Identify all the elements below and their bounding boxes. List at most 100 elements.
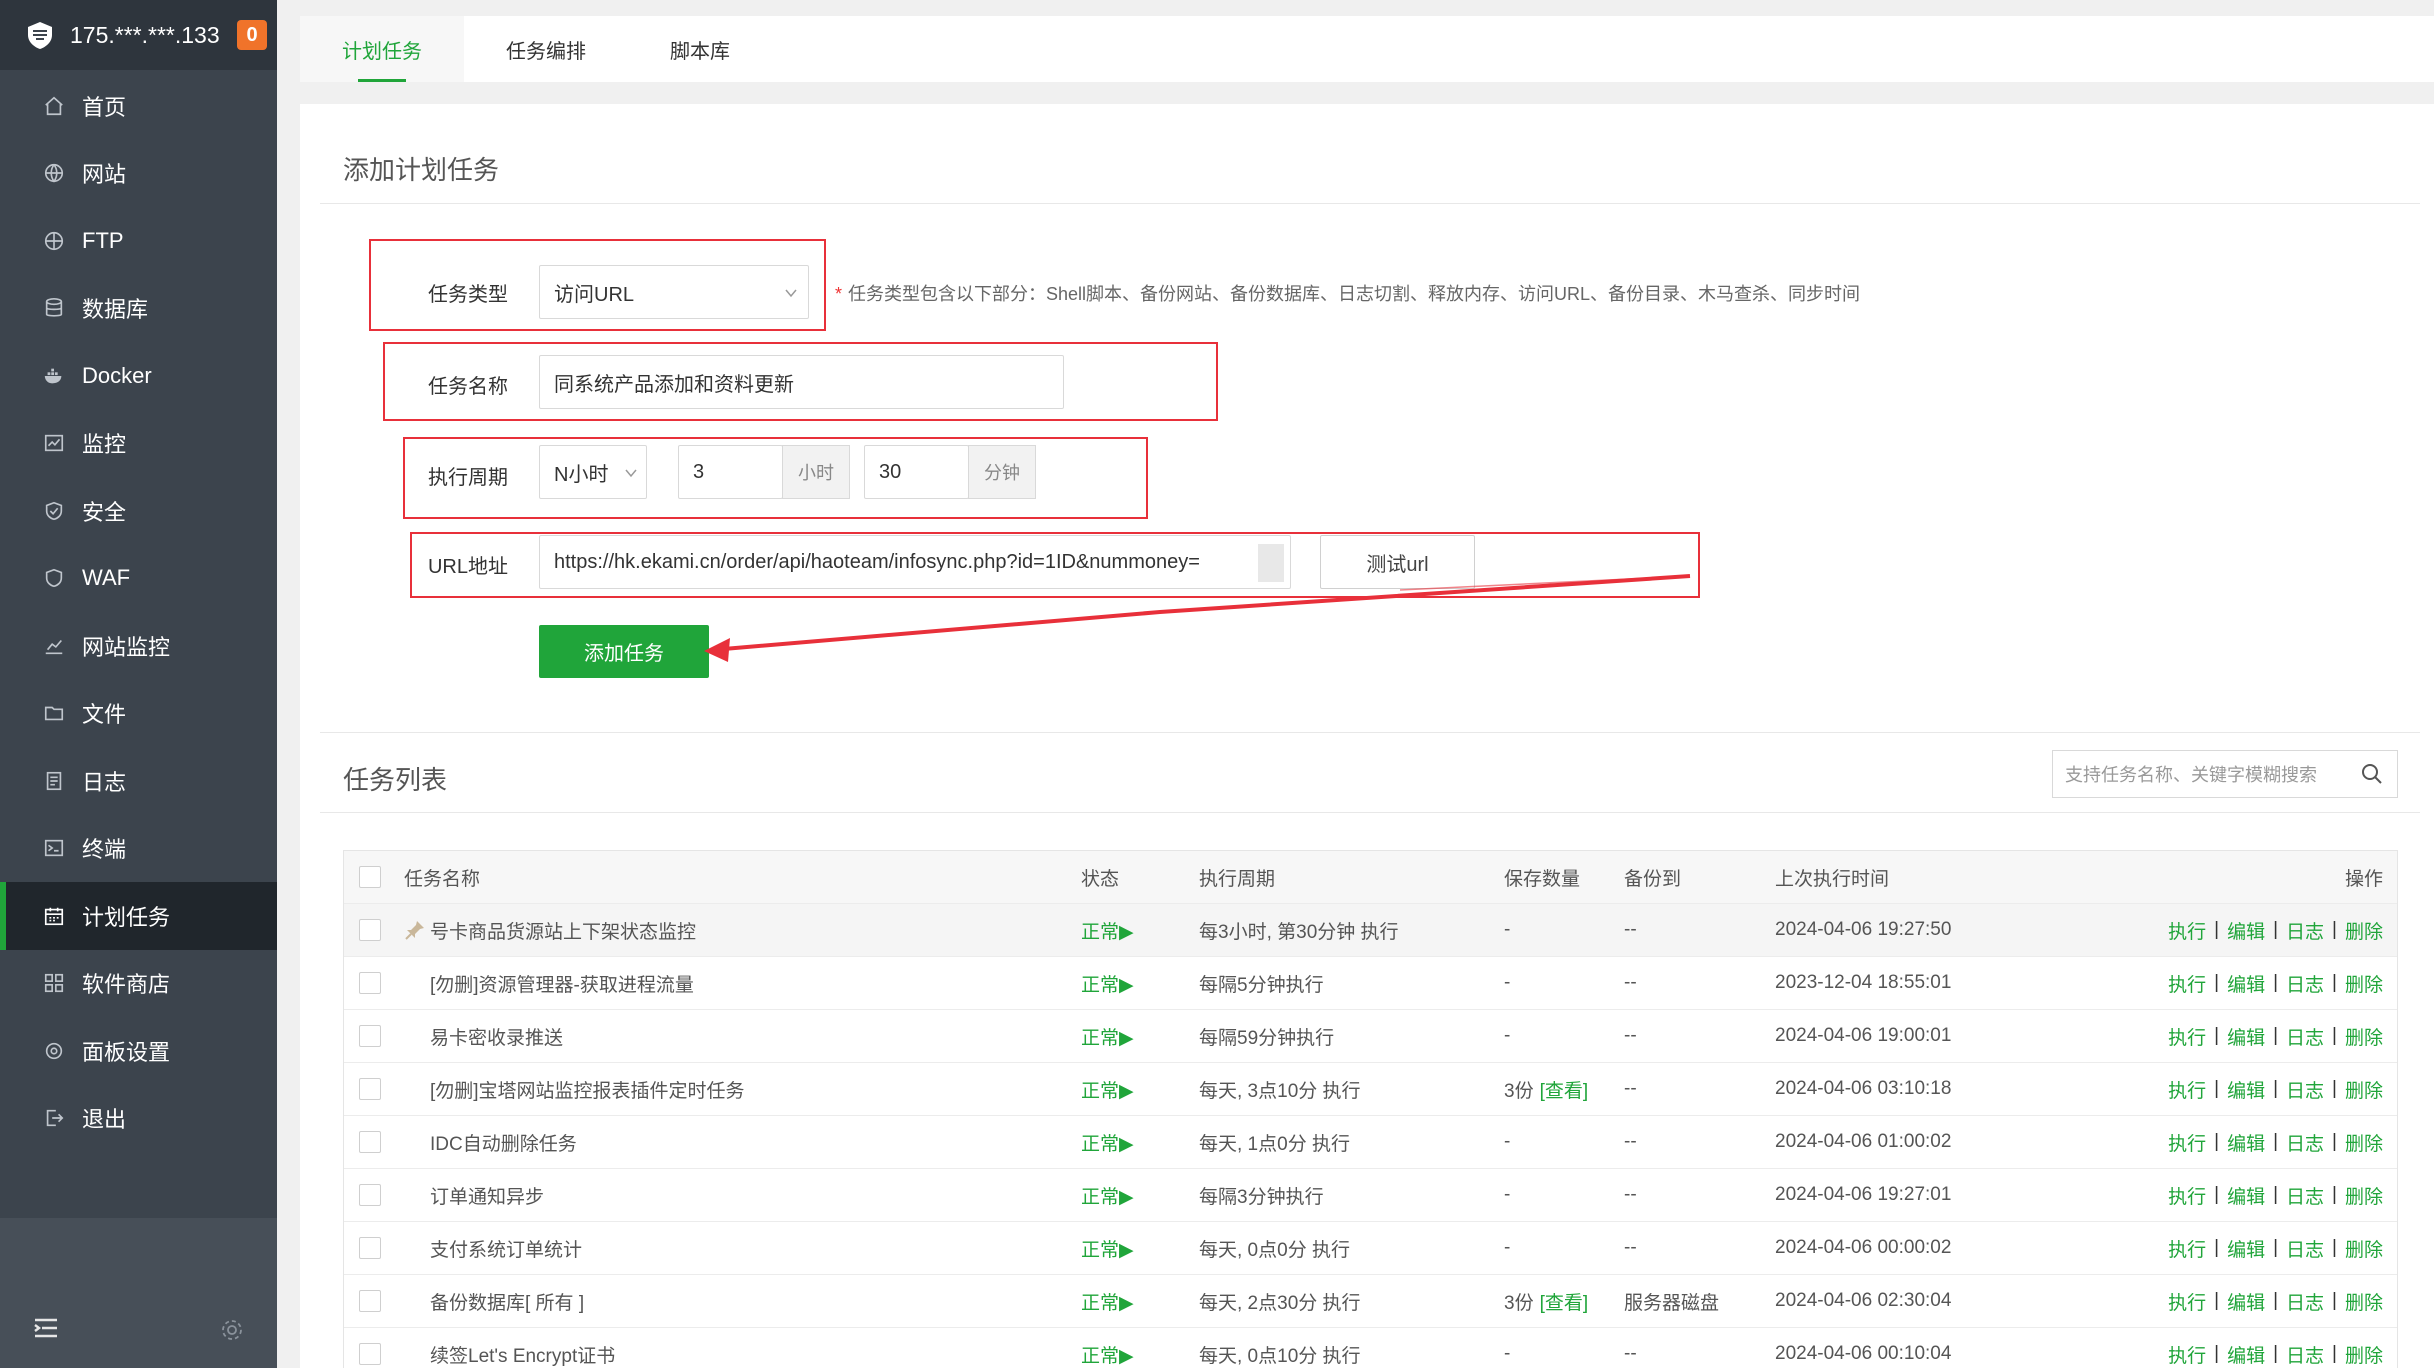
log-action[interactable]: 日志 [2286,1129,2324,1156]
delete-action[interactable]: 删除 [2345,917,2383,944]
task-name-cell[interactable]: IDC自动删除任务 [404,1116,577,1168]
edit-action[interactable]: 编辑 [2227,1341,2265,1368]
task-name-cell[interactable]: 备份数据库[ 所有 ] [404,1275,584,1327]
sidebar-item-logout[interactable]: 退出 [0,1085,277,1153]
row-checkbox[interactable] [359,1025,381,1047]
delete-action[interactable]: 删除 [2345,1182,2383,1209]
delete-action[interactable]: 删除 [2345,1288,2383,1315]
task-name-cell[interactable]: 续签Let's Encrypt证书 [404,1328,615,1368]
task-search-input[interactable]: 支持任务名称、关键字模糊搜索 [2052,750,2398,798]
gear-icon[interactable] [220,1318,244,1342]
run-action[interactable]: 执行 [2168,1341,2206,1368]
row-checkbox[interactable] [359,1237,381,1259]
log-action[interactable]: 日志 [2286,1235,2324,1262]
sidebar-item-files[interactable]: 文件 [0,680,277,748]
delete-action[interactable]: 删除 [2345,1076,2383,1103]
view-backups-link[interactable]: [查看] [1540,1288,1589,1315]
edit-action[interactable]: 编辑 [2227,1129,2265,1156]
sidebar-item-logs[interactable]: 日志 [0,747,277,815]
status-toggle[interactable]: 正常▶ [1081,1222,1134,1274]
row-checkbox[interactable] [359,1184,381,1206]
edit-action[interactable]: 编辑 [2227,1023,2265,1050]
row-checkbox[interactable] [359,1078,381,1100]
sidebar-item-terminal[interactable]: 终端 [0,815,277,883]
sidebar-item-security[interactable]: 安全 [0,477,277,545]
run-action[interactable]: 执行 [2168,1288,2206,1315]
run-action[interactable]: 执行 [2168,970,2206,997]
sidebar-item-home[interactable]: 首页 [0,72,277,140]
delete-action[interactable]: 删除 [2345,1341,2383,1368]
select-all-checkbox[interactable] [359,866,381,888]
sidebar-item-label: 退出 [82,1107,127,1133]
table-row: [勿删]宝塔网站监控报表插件定时任务 正常▶ 每天, 3点10分 执行 3份 [查看] -… [344,1062,2397,1115]
edit-action[interactable]: 编辑 [2227,917,2265,944]
tab-task-orchestration[interactable]: 任务编排 [464,16,628,82]
task-name-cell[interactable]: 号卡商品货源站上下架状态监控 [404,904,696,956]
row-actions: 执行 | 编辑 | 日志 | 删除 [2168,1063,2383,1115]
sidebar-item-app-store[interactable]: 软件商店 [0,950,277,1018]
view-backups-link[interactable]: [查看] [1540,1076,1589,1103]
run-action[interactable]: 执行 [2168,917,2206,944]
edit-action[interactable]: 编辑 [2227,1235,2265,1262]
log-action[interactable]: 日志 [2286,917,2324,944]
log-action[interactable]: 日志 [2286,1076,2324,1103]
server-ip[interactable]: 175.***.***.133 [70,22,237,49]
log-action[interactable]: 日志 [2286,1341,2324,1368]
delete-action[interactable]: 删除 [2345,970,2383,997]
task-name-cell[interactable]: 易卡密收录推送 [404,1010,563,1062]
keep-cell: - [1504,1222,1516,1274]
run-action[interactable]: 执行 [2168,1182,2206,1209]
log-action[interactable]: 日志 [2286,970,2324,997]
edit-action[interactable]: 编辑 [2227,970,2265,997]
task-name-cell[interactable]: 支付系统订单统计 [404,1222,582,1274]
status-toggle[interactable]: 正常▶ [1081,1063,1134,1115]
tab-cron-tasks[interactable]: 计划任务 [300,16,464,82]
delete-action[interactable]: 删除 [2345,1235,2383,1262]
status-toggle[interactable]: 正常▶ [1081,904,1134,956]
table-row: 号卡商品货源站上下架状态监控 正常▶ 每3小时, 第30分钟 执行 - -- 2024-0… [344,903,2397,956]
edit-action[interactable]: 编辑 [2227,1182,2265,1209]
last-run-cell: 2024-04-06 19:27:50 [1775,919,1952,940]
row-checkbox[interactable] [359,1343,381,1365]
sidebar-item-website[interactable]: 网站 [0,140,277,208]
search-icon[interactable] [2361,763,2383,785]
sidebar-item-waf[interactable]: WAF [0,545,277,613]
run-action[interactable]: 执行 [2168,1076,2206,1103]
task-name-cell[interactable]: [勿删]宝塔网站监控报表插件定时任务 [404,1063,745,1115]
status-toggle[interactable]: 正常▶ [1081,1275,1134,1327]
sidebar-item-cron[interactable]: 计划任务 [0,882,277,950]
delete-action[interactable]: 删除 [2345,1023,2383,1050]
row-checkbox[interactable] [359,972,381,994]
sidebar-nav: 首页 网站 FTP 数据库 Docker 监控 安全 WAF 网站监控 文件 日… [0,72,277,1152]
row-checkbox[interactable] [359,1131,381,1153]
task-name-cell[interactable]: [勿删]资源管理器-获取进程流量 [404,957,694,1009]
sidebar-item-ftp[interactable]: FTP [0,207,277,275]
sidebar-item-panel-settings[interactable]: 面板设置 [0,1017,277,1085]
edit-action[interactable]: 编辑 [2227,1076,2265,1103]
run-action[interactable]: 执行 [2168,1235,2206,1262]
sidebar-item-monitor[interactable]: 监控 [0,410,277,478]
log-action[interactable]: 日志 [2286,1182,2324,1209]
add-task-button[interactable]: 添加任务 [539,625,709,678]
alert-count-badge[interactable]: 0 [237,20,267,50]
status-toggle[interactable]: 正常▶ [1081,1116,1134,1168]
collapse-menu-icon[interactable] [32,1316,60,1340]
run-action[interactable]: 执行 [2168,1023,2206,1050]
log-action[interactable]: 日志 [2286,1288,2324,1315]
edit-action[interactable]: 编辑 [2227,1288,2265,1315]
col-header-ops: 操作 [2344,868,2383,890]
sidebar-item-database[interactable]: 数据库 [0,275,277,343]
log-action[interactable]: 日志 [2286,1023,2324,1050]
task-name-cell[interactable]: 订单通知异步 [404,1169,544,1221]
status-toggle[interactable]: 正常▶ [1081,957,1134,1009]
sidebar-item-site-monitor[interactable]: 网站监控 [0,612,277,680]
status-toggle[interactable]: 正常▶ [1081,1169,1134,1221]
run-action[interactable]: 执行 [2168,1129,2206,1156]
sidebar-item-docker[interactable]: Docker [0,342,277,410]
tab-script-library[interactable]: 脚本库 [628,16,772,82]
row-checkbox[interactable] [359,919,381,941]
delete-action[interactable]: 删除 [2345,1129,2383,1156]
row-checkbox[interactable] [359,1290,381,1312]
status-toggle[interactable]: 正常▶ [1081,1010,1134,1062]
status-toggle[interactable]: 正常▶ [1081,1328,1134,1368]
